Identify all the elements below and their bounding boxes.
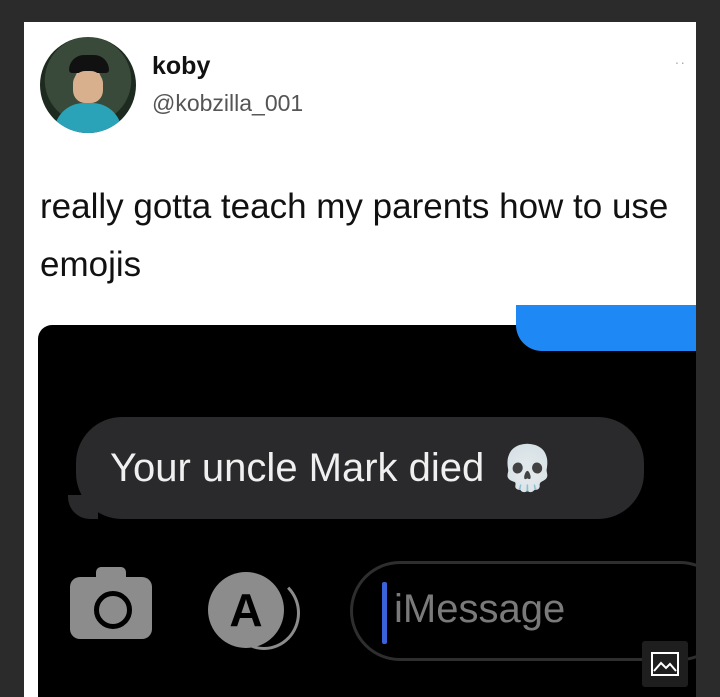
text-caret (382, 582, 387, 644)
received-message-bubble: Your uncle Mark died 💀 (76, 417, 644, 519)
appstore-icon: A (208, 572, 284, 648)
message-placeholder: iMessage (394, 587, 566, 631)
more-dots-icon[interactable]: ·· (675, 54, 686, 70)
skull-emoji-icon: 💀 (500, 444, 556, 493)
embedded-screenshot[interactable]: Your uncle Mark died 💀 A iMessage (38, 305, 696, 697)
camera-icon (70, 567, 152, 639)
image-icon[interactable] (642, 641, 688, 687)
tweet-card: koby @kobzilla_001 ·· really gotta teach… (24, 22, 696, 697)
tweet-text: really gotta teach my parents how to use… (40, 187, 669, 284)
sent-message-bubble (516, 305, 696, 351)
display-name[interactable]: koby (152, 52, 210, 81)
user-handle[interactable]: @kobzilla_001 (152, 90, 303, 117)
received-message-text: Your uncle Mark died (110, 445, 485, 490)
avatar[interactable] (40, 37, 136, 133)
